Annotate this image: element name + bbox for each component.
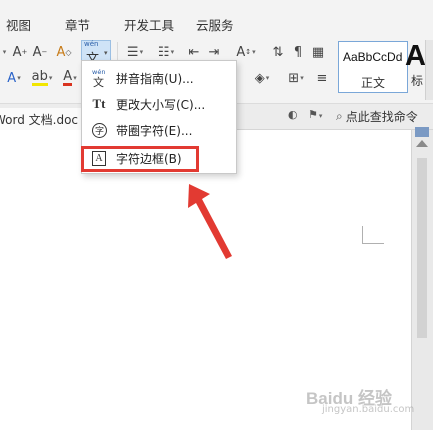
style-normal[interactable]: AaBbCcDd 正文 — [338, 41, 408, 93]
pinyin-guide-icon: wén 文 — [90, 68, 108, 89]
highlight-color-icon[interactable]: ab ▾ — [28, 68, 56, 88]
menu-item-pinyin-guide[interactable]: wén 文 拼音指南(U)... — [82, 65, 236, 91]
scroll-thumb[interactable] — [417, 158, 427, 338]
align-icon[interactable]: ≡ — [314, 68, 330, 88]
document-tab[interactable]: Word 文档.doc — [0, 108, 82, 130]
shading-icon[interactable]: ◈ ▾ — [248, 68, 276, 88]
pinyin-guide-icon-main: 文 — [93, 76, 104, 89]
change-case-icon: Tt — [92, 96, 106, 111]
arrow-shape — [188, 184, 232, 259]
vertical-scrollbar[interactable] — [411, 127, 433, 430]
menu-item-label: 带圈字符(E)... — [116, 123, 193, 138]
table-grid-icon[interactable]: ▦ — [310, 42, 326, 62]
pinyin-mark: wén — [84, 40, 99, 48]
menu-tab-developer[interactable]: 开发工具 — [124, 15, 174, 34]
clear-format-icon[interactable]: A ◇ — [56, 42, 72, 62]
style-heading-label: 标 — [411, 74, 424, 88]
numbered-list-icon[interactable]: ☷ ▾ — [152, 42, 180, 62]
document-tab-title: Word 文档.doc — [0, 113, 79, 127]
sort-icon[interactable]: ⇅ — [270, 42, 286, 62]
show-marks-icon[interactable]: ¶ — [290, 42, 306, 62]
decrease-indent-icon[interactable]: ⇤ — [186, 42, 202, 62]
grow-font-icon[interactable]: A + — [12, 42, 28, 62]
search-command[interactable]: ⌕ 点此查找命令 — [336, 107, 418, 125]
style-gallery-scroll[interactable] — [425, 40, 433, 100]
page-corner-mark — [362, 226, 384, 244]
character-spacing-icon[interactable]: A ↕ ▾ — [232, 42, 260, 62]
menu-tab-cloud[interactable]: 云服务 — [196, 15, 234, 34]
chevron-down-icon: ▾ — [104, 49, 108, 57]
text-effect-icon[interactable]: A ▾ — [0, 68, 28, 88]
font-size-caret-icon[interactable]: ▾ — [0, 42, 8, 62]
menu-bar: 视图 章节 开发工具 云服务 — [0, 0, 433, 36]
search-icon: ⌕ — [336, 108, 343, 123]
menu-item-enclosed-char[interactable]: 字 带圈字符(E)... — [82, 117, 236, 143]
borders-icon[interactable]: ⊞ ▾ — [282, 68, 310, 88]
search-command-label: 点此查找命令 — [345, 109, 418, 124]
bullet-list-icon[interactable]: ☰ ▾ — [121, 42, 149, 62]
menu-item-change-case[interactable]: Tt 更改大小写(C)... — [82, 91, 236, 117]
watermark-url: jingyan.baidu.com — [322, 404, 415, 415]
style-sample-text: AaBbCcDd — [343, 50, 403, 64]
highlight-box — [81, 146, 199, 172]
scroll-up-icon[interactable] — [416, 140, 428, 147]
enclosed-char-icon: 字 — [92, 122, 107, 138]
increase-indent-icon[interactable]: ⇥ — [206, 42, 222, 62]
menu-item-label: 拼音指南(U)... — [116, 71, 194, 86]
scrollbar-top-icon[interactable] — [415, 127, 429, 137]
font-color-icon[interactable]: A ▾ — [58, 68, 82, 88]
shrink-font-icon[interactable]: A − — [32, 42, 48, 62]
style-heading-glyph[interactable]: A — [405, 40, 426, 73]
menu-item-label: 更改大小写(C)... — [116, 97, 206, 112]
ribbon-divider — [117, 42, 118, 62]
menu-tab-view[interactable]: 视图 — [6, 15, 31, 34]
menu-tab-section[interactable]: 章节 — [65, 15, 90, 34]
flag-icon[interactable]: ⚑▾ — [308, 108, 322, 121]
annotation-arrow — [188, 184, 232, 259]
style-name: 正文 — [360, 76, 385, 90]
doc-status-icon[interactable]: ◐ — [288, 108, 298, 121]
